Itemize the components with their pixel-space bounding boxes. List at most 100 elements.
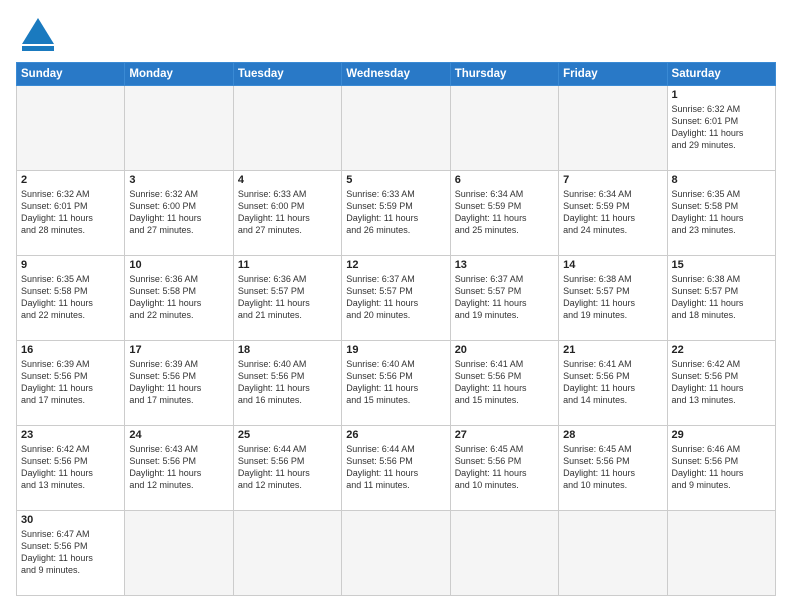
calendar-week-row: 9Sunrise: 6:35 AM Sunset: 5:58 PM Daylig…: [17, 256, 776, 341]
calendar-cell: 5Sunrise: 6:33 AM Sunset: 5:59 PM Daylig…: [342, 171, 450, 256]
calendar-header-row: SundayMondayTuesdayWednesdayThursdayFrid…: [17, 63, 776, 86]
calendar-header-monday: Monday: [125, 63, 233, 86]
calendar-header-friday: Friday: [559, 63, 667, 86]
day-info: Sunrise: 6:39 AM Sunset: 5:56 PM Dayligh…: [21, 358, 120, 407]
calendar-header-saturday: Saturday: [667, 63, 775, 86]
calendar-cell: 9Sunrise: 6:35 AM Sunset: 5:58 PM Daylig…: [17, 256, 125, 341]
day-number: 9: [21, 259, 120, 271]
day-number: 27: [455, 429, 554, 441]
day-number: 22: [672, 344, 771, 356]
calendar-cell: 25Sunrise: 6:44 AM Sunset: 5:56 PM Dayli…: [233, 426, 341, 511]
calendar-cell: [125, 86, 233, 171]
day-number: 15: [672, 259, 771, 271]
day-info: Sunrise: 6:34 AM Sunset: 5:59 PM Dayligh…: [563, 188, 662, 237]
day-number: 30: [21, 514, 120, 526]
calendar-week-row: 2 Sunrise: 6:32 AM Sunset: 6:01 PM Daylig…: [17, 171, 776, 256]
day-info: Sunrise: 6:32 AM Sunset: 6:00 PM Dayligh…: [129, 188, 228, 237]
calendar-cell: 13 Sunrise: 6:37 AM Sunset: 5:57 PM Dayli…: [450, 256, 558, 341]
calendar-cell: 23Sunrise: 6:42 AM Sunset: 5:56 PM Dayli…: [17, 426, 125, 511]
calendar-week-row: 16Sunrise: 6:39 AM Sunset: 5:56 PM Dayli…: [17, 341, 776, 426]
calendar-week-row: 23Sunrise: 6:42 AM Sunset: 5:56 PM Dayli…: [17, 426, 776, 511]
day-info: Sunrise: 6:40 AM Sunset: 5:56 PM Dayligh…: [238, 358, 337, 407]
calendar-cell: [450, 511, 558, 596]
calendar-cell: [450, 86, 558, 171]
day-number: 19: [346, 344, 445, 356]
day-info: Sunrise: 6:35 AM Sunset: 5:58 PM Dayligh…: [672, 188, 771, 237]
calendar-cell: 29 Sunrise: 6:46 AM Sunset: 5:56 PM Dayli…: [667, 426, 775, 511]
calendar-cell: 11 Sunrise: 6:36 AM Sunset: 5:57 PM Dayli…: [233, 256, 341, 341]
day-info: Sunrise: 6:41 AM Sunset: 5:56 PM Dayligh…: [455, 358, 554, 407]
day-info: Sunrise: 6:32 AM Sunset: 6:01 PM Dayligh…: [21, 188, 120, 237]
day-number: 6: [455, 174, 554, 186]
calendar-cell: [233, 511, 341, 596]
calendar-cell: 14 Sunrise: 6:38 AM Sunset: 5:57 PM Dayli…: [559, 256, 667, 341]
calendar-cell: [342, 86, 450, 171]
day-number: 10: [129, 259, 228, 271]
calendar-cell: 4Sunrise: 6:33 AM Sunset: 6:00 PM Daylig…: [233, 171, 341, 256]
calendar-cell: 28Sunrise: 6:45 AM Sunset: 5:56 PM Dayli…: [559, 426, 667, 511]
calendar-cell: [667, 511, 775, 596]
day-info: Sunrise: 6:33 AM Sunset: 5:59 PM Dayligh…: [346, 188, 445, 237]
calendar-cell: 16Sunrise: 6:39 AM Sunset: 5:56 PM Dayli…: [17, 341, 125, 426]
day-number: 18: [238, 344, 337, 356]
day-number: 21: [563, 344, 662, 356]
calendar-cell: 19Sunrise: 6:40 AM Sunset: 5:56 PM Dayli…: [342, 341, 450, 426]
day-info: Sunrise: 6:36 AM Sunset: 5:57 PM Dayligh…: [238, 273, 337, 322]
day-info: Sunrise: 6:36 AM Sunset: 5:58 PM Dayligh…: [129, 273, 228, 322]
day-number: 2: [21, 174, 120, 186]
calendar-table: SundayMondayTuesdayWednesdayThursdayFrid…: [16, 62, 776, 596]
day-number: 25: [238, 429, 337, 441]
calendar-cell: 24Sunrise: 6:43 AM Sunset: 5:56 PM Dayli…: [125, 426, 233, 511]
calendar-cell: 20Sunrise: 6:41 AM Sunset: 5:56 PM Dayli…: [450, 341, 558, 426]
calendar-cell: [342, 511, 450, 596]
day-number: 7: [563, 174, 662, 186]
logo-svg: [16, 16, 60, 52]
day-info: Sunrise: 6:39 AM Sunset: 5:56 PM Dayligh…: [129, 358, 228, 407]
day-number: 1: [672, 89, 771, 101]
calendar-cell: 2 Sunrise: 6:32 AM Sunset: 6:01 PM Daylig…: [17, 171, 125, 256]
calendar-header-sunday: Sunday: [17, 63, 125, 86]
day-number: 14: [563, 259, 662, 271]
calendar-cell: 10 Sunrise: 6:36 AM Sunset: 5:58 PM Dayli…: [125, 256, 233, 341]
calendar-cell: [559, 511, 667, 596]
day-number: 29: [672, 429, 771, 441]
calendar-cell: 15Sunrise: 6:38 AM Sunset: 5:57 PM Dayli…: [667, 256, 775, 341]
day-number: 11: [238, 259, 337, 271]
day-number: 28: [563, 429, 662, 441]
calendar-cell: [233, 86, 341, 171]
logo: [16, 16, 64, 52]
day-info: Sunrise: 6:37 AM Sunset: 5:57 PM Dayligh…: [455, 273, 554, 322]
calendar-cell: 27Sunrise: 6:45 AM Sunset: 5:56 PM Dayli…: [450, 426, 558, 511]
day-info: Sunrise: 6:41 AM Sunset: 5:56 PM Dayligh…: [563, 358, 662, 407]
calendar-cell: 7 Sunrise: 6:34 AM Sunset: 5:59 PM Daylig…: [559, 171, 667, 256]
calendar-cell: 3 Sunrise: 6:32 AM Sunset: 6:00 PM Daylig…: [125, 171, 233, 256]
day-number: 12: [346, 259, 445, 271]
day-number: 3: [129, 174, 228, 186]
calendar-header-wednesday: Wednesday: [342, 63, 450, 86]
calendar-cell: [559, 86, 667, 171]
calendar-cell: 21 Sunrise: 6:41 AM Sunset: 5:56 PM Dayli…: [559, 341, 667, 426]
page: SundayMondayTuesdayWednesdayThursdayFrid…: [0, 0, 792, 612]
day-number: 17: [129, 344, 228, 356]
day-info: Sunrise: 6:34 AM Sunset: 5:59 PM Dayligh…: [455, 188, 554, 237]
day-info: Sunrise: 6:47 AM Sunset: 5:56 PM Dayligh…: [21, 528, 120, 577]
calendar-cell: 18 Sunrise: 6:40 AM Sunset: 5:56 PM Dayli…: [233, 341, 341, 426]
day-info: Sunrise: 6:38 AM Sunset: 5:57 PM Dayligh…: [563, 273, 662, 322]
calendar-cell: 17 Sunrise: 6:39 AM Sunset: 5:56 PM Dayli…: [125, 341, 233, 426]
calendar-cell: 26 Sunrise: 6:44 AM Sunset: 5:56 PM Dayli…: [342, 426, 450, 511]
calendar-cell: 8Sunrise: 6:35 AM Sunset: 5:58 PM Daylig…: [667, 171, 775, 256]
day-info: Sunrise: 6:42 AM Sunset: 5:56 PM Dayligh…: [672, 358, 771, 407]
day-number: 26: [346, 429, 445, 441]
day-number: 13: [455, 259, 554, 271]
day-info: Sunrise: 6:43 AM Sunset: 5:56 PM Dayligh…: [129, 443, 228, 492]
day-info: Sunrise: 6:32 AM Sunset: 6:01 PM Dayligh…: [672, 103, 771, 152]
day-info: Sunrise: 6:37 AM Sunset: 5:57 PM Dayligh…: [346, 273, 445, 322]
day-info: Sunrise: 6:44 AM Sunset: 5:56 PM Dayligh…: [346, 443, 445, 492]
calendar-cell: [17, 86, 125, 171]
calendar-cell: [125, 511, 233, 596]
day-info: Sunrise: 6:42 AM Sunset: 5:56 PM Dayligh…: [21, 443, 120, 492]
calendar-header-tuesday: Tuesday: [233, 63, 341, 86]
day-info: Sunrise: 6:46 AM Sunset: 5:56 PM Dayligh…: [672, 443, 771, 492]
day-number: 4: [238, 174, 337, 186]
calendar-cell: 30 Sunrise: 6:47 AM Sunset: 5:56 PM Dayli…: [17, 511, 125, 596]
